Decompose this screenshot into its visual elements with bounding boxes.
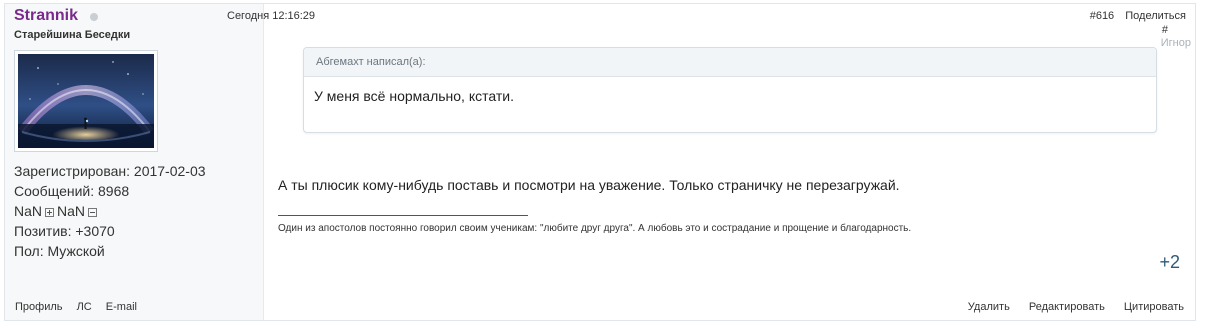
author-sidebar: Strannik Старейшина Беседки Зарегистриро… bbox=[5, 4, 264, 320]
post-text: А ты плюсик кому-нибудь поставь и посмот… bbox=[278, 177, 900, 193]
share-link[interactable]: Поделиться bbox=[1125, 10, 1186, 22]
minus-box-icon[interactable] bbox=[88, 208, 98, 217]
plus-box-icon[interactable] bbox=[45, 208, 55, 217]
gender: Пол: Мужской bbox=[14, 243, 105, 259]
quote-button[interactable]: Цитировать bbox=[1124, 301, 1184, 313]
edit-button[interactable]: Редактировать bbox=[1029, 301, 1105, 313]
permalink-hash[interactable]: # bbox=[1162, 24, 1168, 36]
signature: Один из апостолов постоянно говорил свои… bbox=[278, 223, 912, 234]
post-actions: Удалить Редактировать Цитировать bbox=[952, 301, 1184, 313]
post-meta: #616 Поделиться bbox=[1090, 10, 1186, 22]
author-links: Профиль ЛС E-mail bbox=[15, 301, 148, 313]
reputation-count[interactable]: +2 bbox=[1159, 252, 1180, 273]
nan-row: NaN NaN bbox=[14, 201, 206, 221]
nan-value-b: NaN bbox=[57, 203, 86, 219]
signature-divider bbox=[278, 215, 528, 216]
message-count: Сообщений: 8968 bbox=[14, 183, 130, 199]
delete-button[interactable]: Удалить bbox=[968, 301, 1010, 313]
private-message-link[interactable]: ЛС bbox=[77, 301, 92, 313]
author-username[interactable]: Strannik bbox=[14, 7, 78, 25]
positive-rating: Позитив: +3070 bbox=[14, 223, 115, 239]
quote-text: У меня всё нормально, кстати. bbox=[314, 88, 514, 104]
quote-author: Абгемахт написал(а): bbox=[304, 48, 1156, 77]
author-stats: Зарегистрирован: 2017-02-03 Сообщений: 8… bbox=[14, 161, 206, 261]
avatar-image bbox=[18, 54, 154, 148]
post-date[interactable]: Сегодня 12:16:29 bbox=[227, 10, 315, 22]
quote-block: Абгемахт написал(а): У меня всё нормальн… bbox=[303, 47, 1157, 133]
avatar[interactable] bbox=[14, 50, 158, 152]
email-link[interactable]: E-mail bbox=[106, 301, 137, 313]
forum-post: Strannik Старейшина Беседки Зарегистриро… bbox=[4, 3, 1196, 321]
nan-value-a: NaN bbox=[14, 203, 43, 219]
profile-link[interactable]: Профиль bbox=[15, 301, 63, 313]
post-number-link[interactable]: #616 bbox=[1090, 10, 1114, 22]
author-title: Старейшина Беседки bbox=[14, 29, 131, 41]
ignore-link[interactable]: Игнор bbox=[1161, 37, 1191, 49]
registered-date: Зарегистрирован: 2017-02-03 bbox=[14, 163, 206, 179]
status-dot-icon bbox=[90, 13, 98, 21]
